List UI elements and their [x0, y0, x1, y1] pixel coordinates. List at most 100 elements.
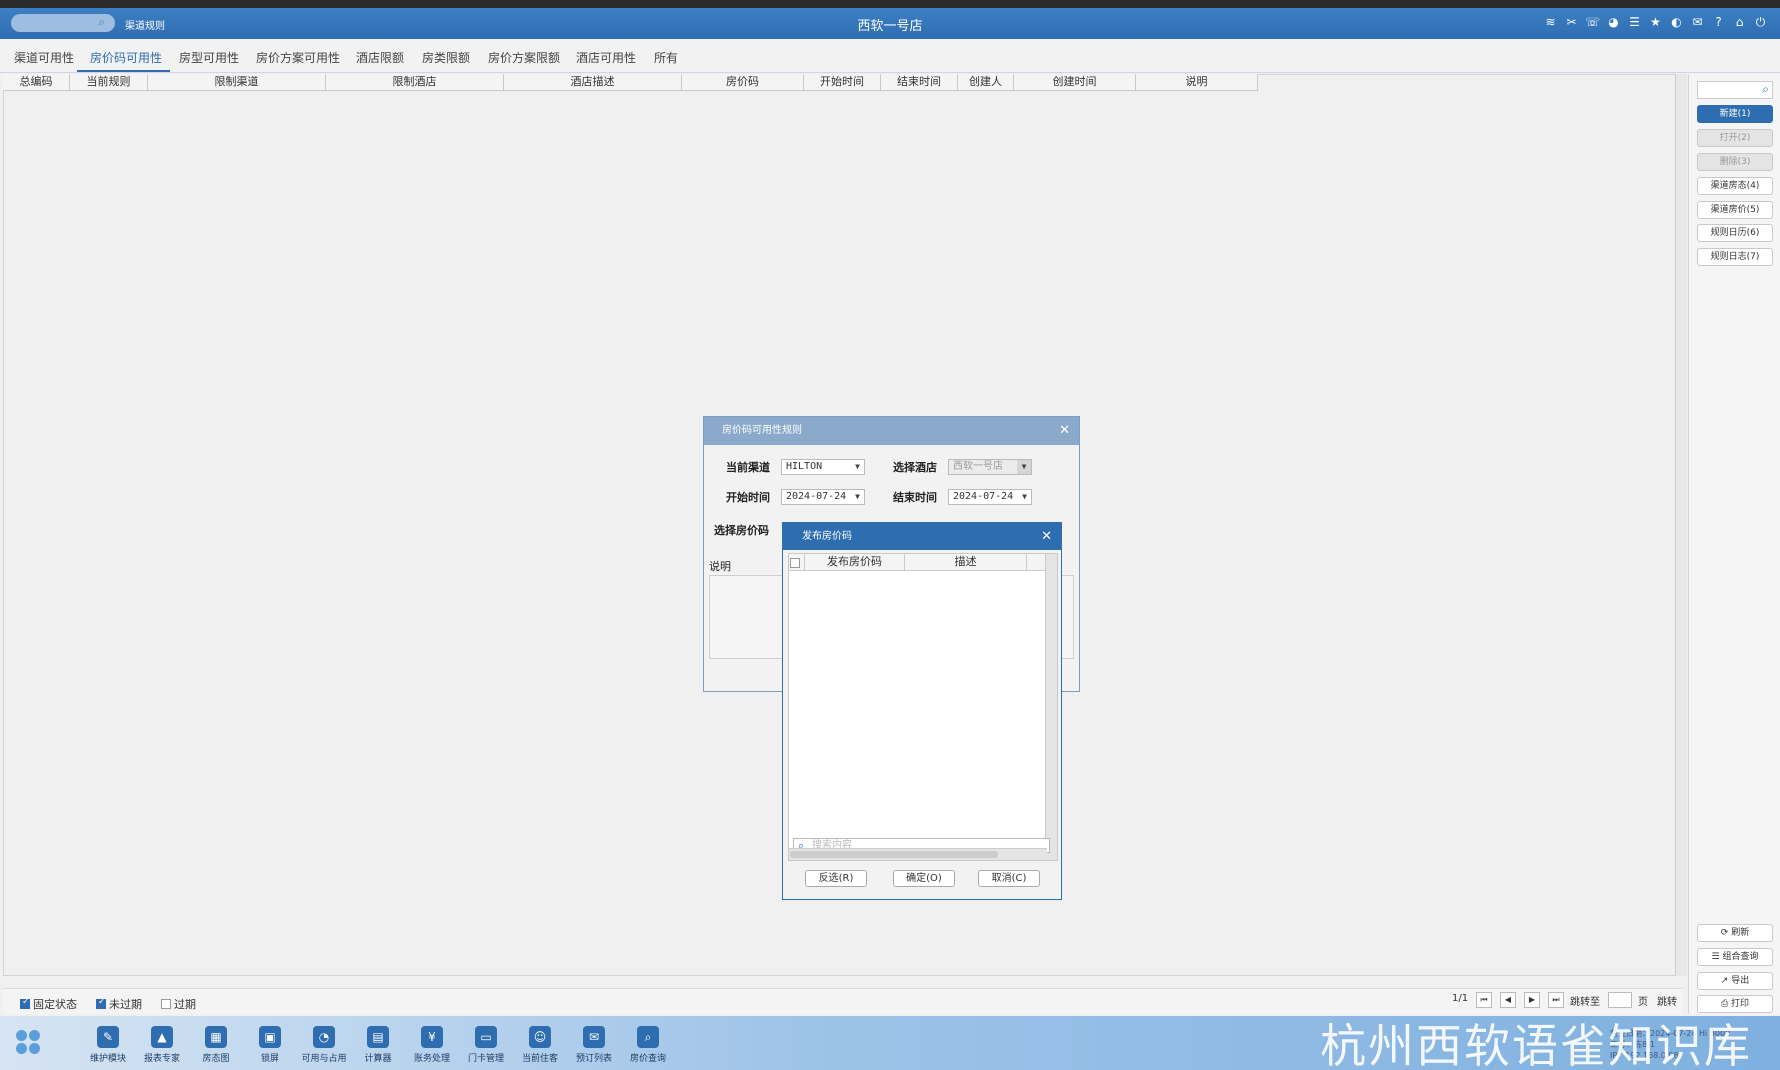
dock-item-reports[interactable]: ▲ 报表专家: [135, 1026, 189, 1064]
dock-item-accounting[interactable]: ¥ 账务处理: [405, 1026, 459, 1064]
column-header[interactable]: 发布房价码: [805, 554, 905, 570]
dialog-header[interactable]: 发布房价码 ✕: [783, 523, 1061, 550]
hotel-label: 选择酒店: [893, 461, 937, 474]
checkbox-unchecked: [790, 558, 800, 568]
dock-item-room-map[interactable]: ▦ 房态图: [189, 1026, 243, 1064]
prev-page-button[interactable]: ◀: [1500, 992, 1516, 1008]
column-header[interactable]: 结束时间: [881, 74, 958, 90]
column-header[interactable]: 限制渠道: [148, 74, 326, 90]
hotel-select[interactable]: 西软一号店 ▼: [948, 459, 1032, 475]
new-button[interactable]: 新建(1): [1697, 105, 1773, 123]
export-button[interactable]: ↗ 导出: [1697, 972, 1773, 990]
mail-icon[interactable]: ✉: [1690, 15, 1705, 30]
dock-item-maintenance[interactable]: ✎ 维护模块: [81, 1026, 135, 1064]
fixed-status-checkbox[interactable]: 固定状态: [20, 996, 77, 1012]
open-button[interactable]: 打开(2): [1697, 129, 1773, 147]
channel-select[interactable]: HILTON ▼: [781, 459, 865, 475]
tab-channel-availability[interactable]: 渠道可用性: [14, 49, 74, 66]
expired-checkbox[interactable]: 过期: [161, 996, 196, 1012]
tab-hotel-quota[interactable]: 酒店限额: [356, 49, 404, 66]
money-icon: ¥: [421, 1026, 443, 1048]
tab-rateplan-quota[interactable]: 房价方案限额: [488, 49, 560, 66]
grid-horizontal-scrollbar[interactable]: [789, 848, 1047, 860]
jump-to-label: 跳转至: [1570, 997, 1600, 1008]
channel-room-rate-button[interactable]: 渠道房价(5): [1697, 201, 1773, 219]
invert-selection-button[interactable]: 反选(R): [805, 870, 867, 887]
dock-item-key-card[interactable]: ▭ 门卡管理: [459, 1026, 513, 1064]
chevron-down-icon: ▼: [855, 462, 860, 471]
column-header[interactable]: 当前规则: [70, 74, 148, 90]
cancel-button[interactable]: 取消(C): [978, 870, 1040, 887]
publish-ratecode-dialog: 发布房价码 ✕ 发布房价码 描述 房价 ⌕搜索内容 反选(R) 确定(O) 取消…: [782, 522, 1062, 900]
column-header[interactable]: 创建人: [958, 74, 1014, 90]
menu-icon[interactable]: ☰: [1627, 15, 1642, 30]
tab-hotel-availability[interactable]: 酒店可用性: [576, 49, 636, 66]
grid-vertical-scrollbar[interactable]: [1045, 554, 1057, 860]
tab-ratecode-availability[interactable]: 房价码可用性: [90, 49, 162, 66]
title-bar: ⌕ 渠道规则 西软一号店 ≋ ✂ ☏ ◕ ☰ ★ ◐ ✉ ? ⌂ ⏻: [0, 8, 1780, 39]
page-info: 1/1: [1452, 993, 1469, 1004]
channel-room-status-button[interactable]: 渠道房态(4): [1697, 177, 1773, 195]
column-header[interactable]: 描述: [905, 554, 1027, 570]
tab-rateplan-availability[interactable]: 房价方案可用性: [256, 49, 340, 66]
combined-query-button[interactable]: ☰ 组合查询: [1697, 948, 1773, 966]
tab-roomclass-quota[interactable]: 房类限额: [422, 49, 470, 66]
phone-icon[interactable]: ☏: [1585, 15, 1600, 30]
building-icon: ▦: [205, 1026, 227, 1048]
column-header[interactable]: 说明: [1136, 74, 1258, 90]
rule-calendar-button[interactable]: 规则日历(6): [1697, 224, 1773, 242]
wrench-icon: ✎: [97, 1026, 119, 1048]
help-icon[interactable]: ?: [1711, 15, 1726, 30]
tab-roomtype-availability[interactable]: 房型可用性: [179, 49, 239, 66]
ratecode-grid-header: 发布房价码 描述 房价: [789, 554, 1057, 571]
page-number-input[interactable]: [1608, 992, 1632, 1008]
ratecode-grid[interactable]: 发布房价码 描述 房价 ⌕搜索内容: [788, 553, 1058, 861]
dock-item-availability[interactable]: ◔ 可用与占用: [297, 1026, 351, 1064]
jump-button[interactable]: 跳转: [1657, 993, 1677, 1008]
dock-item-current-guests[interactable]: ☺ 当前住客: [513, 1026, 567, 1064]
panel-search-input[interactable]: ⌕: [1697, 81, 1773, 99]
close-icon[interactable]: ✕: [1059, 417, 1070, 445]
dialog-header[interactable]: 房价码可用性规则 ✕: [704, 417, 1079, 445]
not-expired-checkbox[interactable]: 未过期: [96, 996, 142, 1012]
column-header[interactable]: 创建时间: [1014, 74, 1136, 90]
close-icon[interactable]: ✕: [1041, 523, 1052, 550]
end-date-picker[interactable]: 2024-07-24 ▼: [948, 489, 1032, 505]
confirm-button[interactable]: 确定(O): [893, 870, 955, 887]
column-header[interactable]: 限制酒店: [326, 74, 504, 90]
app-logo-icon[interactable]: [16, 1030, 42, 1056]
start-date-picker[interactable]: 2024-07-24 ▼: [781, 489, 865, 505]
home-icon[interactable]: ⌂: [1732, 15, 1747, 30]
next-page-button[interactable]: ▶: [1524, 992, 1540, 1008]
active-tab-indicator: [77, 70, 170, 72]
rules-grid-header: 总编码 当前规则 限制渠道 限制酒店 酒店描述 房价码 开始时间 结束时间 创建…: [3, 74, 1258, 91]
refresh-button[interactable]: ⟳ 刷新: [1697, 924, 1773, 942]
delete-button[interactable]: 删除(3): [1697, 153, 1773, 171]
column-header[interactable]: 酒店描述: [504, 74, 682, 90]
contrast-icon[interactable]: ◐: [1669, 15, 1684, 30]
first-page-button[interactable]: ⏮: [1476, 992, 1492, 1008]
checkbox-checked: [20, 997, 30, 1009]
list-icon: ☰: [1711, 952, 1723, 962]
rule-log-button[interactable]: 规则日志(7): [1697, 248, 1773, 266]
tab-all[interactable]: 所有: [654, 49, 678, 66]
action-panel: ⌕ 新建(1) 打开(2) 删除(3) 渠道房态(4) 渠道房价(5) 规则日历…: [1688, 74, 1780, 1014]
dock-item-calculator[interactable]: ▤ 计算器: [351, 1026, 405, 1064]
select-all-checkbox[interactable]: [789, 554, 805, 570]
card-icon: ▭: [475, 1026, 497, 1048]
grid-vertical-scrollbar[interactable]: [1675, 74, 1687, 976]
dock-item-lock-screen[interactable]: ▣ 锁屏: [243, 1026, 297, 1064]
star-icon[interactable]: ★: [1648, 15, 1663, 30]
column-header[interactable]: 总编码: [3, 74, 70, 90]
tools-icon[interactable]: ✂: [1564, 15, 1579, 30]
dock-item-reservations[interactable]: ✉ 预订列表: [567, 1026, 621, 1064]
power-icon[interactable]: ⏻: [1753, 15, 1768, 30]
column-header[interactable]: 开始时间: [804, 74, 881, 90]
scrollbar-thumb[interactable]: [790, 851, 998, 858]
wifi-icon[interactable]: ≋: [1543, 15, 1558, 30]
dock-item-rate-query[interactable]: ⌕ 房价查询: [621, 1026, 675, 1064]
palette-icon[interactable]: ◕: [1606, 15, 1621, 30]
pie-chart-icon: ◔: [313, 1026, 335, 1048]
column-header[interactable]: 房价码: [682, 74, 804, 90]
last-page-button[interactable]: ⏭: [1548, 992, 1564, 1008]
